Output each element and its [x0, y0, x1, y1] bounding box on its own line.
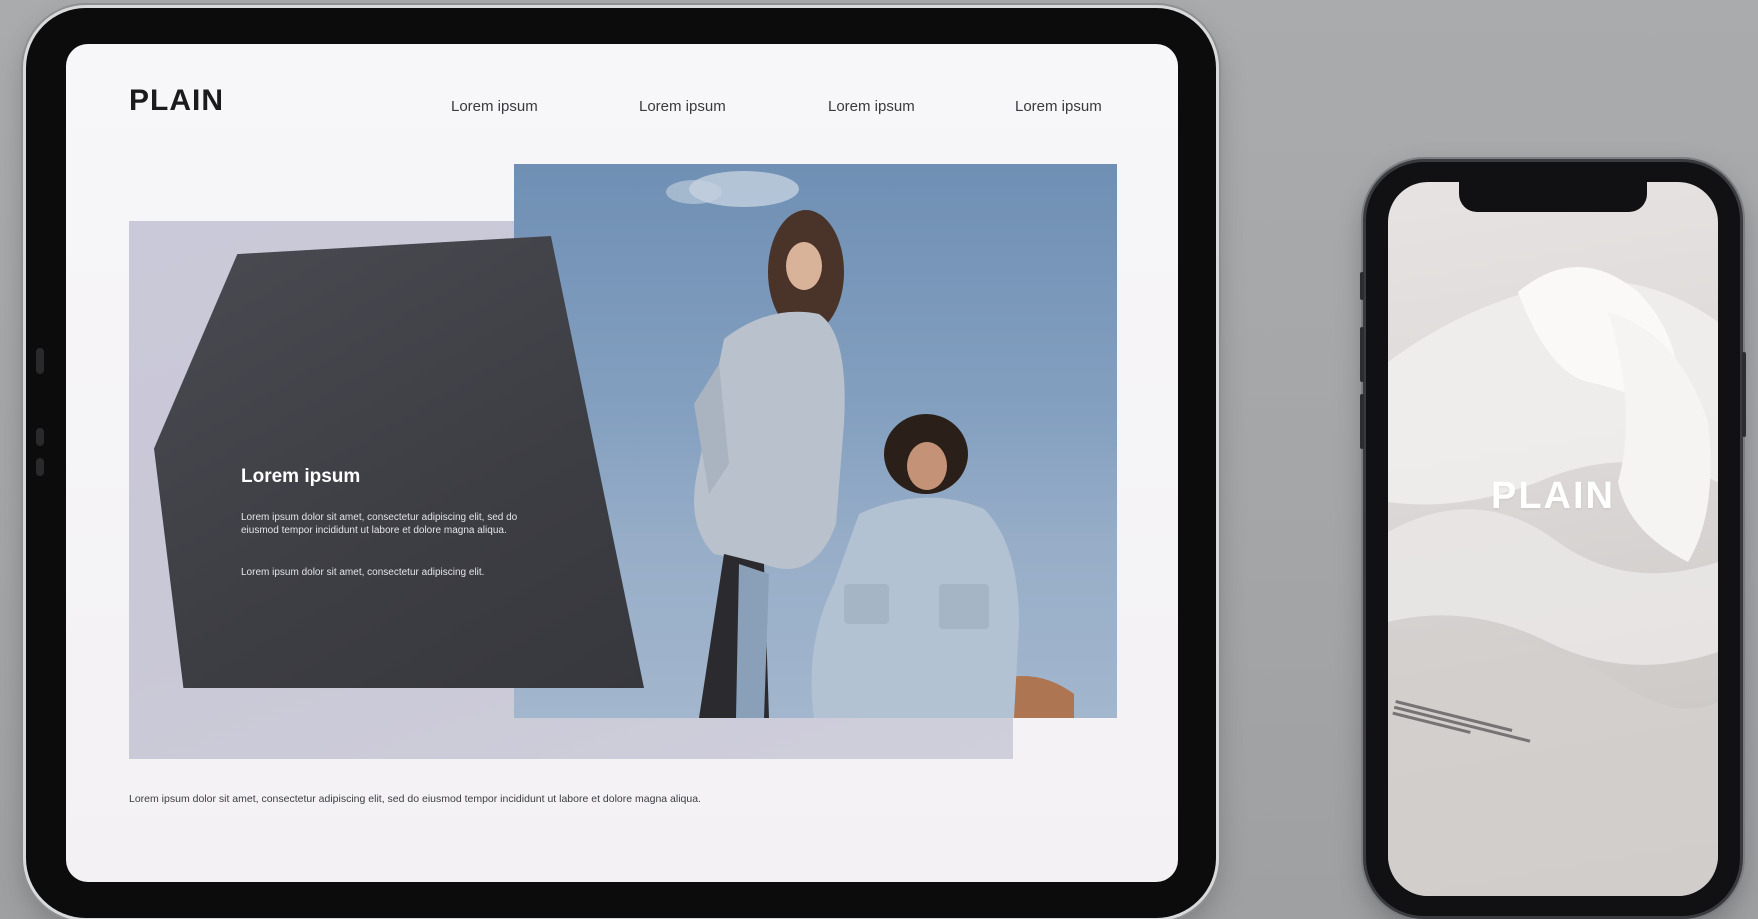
nav-item-4[interactable]: Lorem ipsum	[1015, 98, 1102, 115]
nav-item-3[interactable]: Lorem ipsum	[828, 98, 915, 115]
phone-power-button	[1742, 352, 1746, 437]
panel-body-text-2: Lorem ipsum dolor sit amet, consectetur …	[241, 567, 485, 578]
panel-body-text: Lorem ipsum dolor sit amet, consectetur …	[241, 512, 518, 536]
phone-brand-logo: PLAIN	[1491, 475, 1615, 517]
phone-device: PLAIN	[1360, 162, 1746, 916]
phone-notch	[1459, 182, 1647, 212]
tablet-sensor-dot	[36, 458, 44, 476]
tablet-screen: PLAIN Lorem ipsum Lorem ipsum Lorem ipsu…	[66, 44, 1178, 882]
tablet-camera-dot	[36, 348, 44, 374]
panel-title: Lorem ipsum	[241, 466, 361, 487]
footer-caption: Lorem ipsum dolor sit amet, consectetur …	[129, 793, 701, 805]
nav-item-1[interactable]: Lorem ipsum	[451, 98, 538, 115]
tablet-device: PLAIN Lorem ipsum Lorem ipsum Lorem ipsu…	[26, 8, 1216, 918]
phone-volume-down	[1360, 394, 1364, 449]
tablet-sensor-dot	[36, 428, 44, 446]
nav-item-2[interactable]: Lorem ipsum	[639, 98, 726, 115]
phone-volume-up	[1360, 327, 1364, 382]
brand-logo[interactable]: PLAIN	[129, 84, 224, 118]
phone-mute-switch	[1360, 272, 1364, 300]
phone-screen: PLAIN	[1388, 182, 1718, 896]
